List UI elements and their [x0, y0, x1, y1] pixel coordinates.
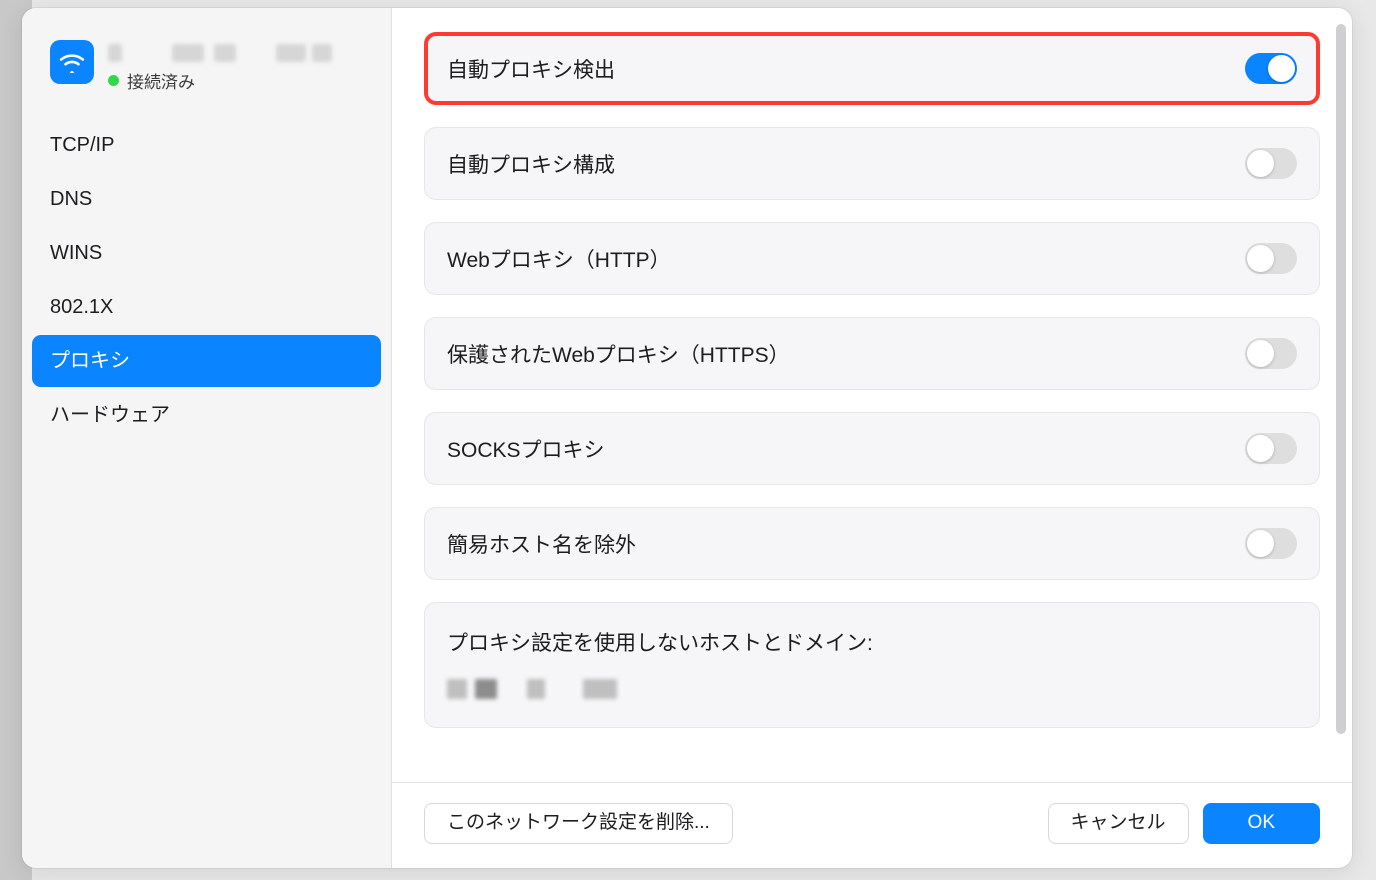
connection-info: 接続済み — [108, 40, 332, 93]
sidebar-item-wins[interactable]: WINS — [32, 227, 381, 279]
sidebar-item-proxy[interactable]: プロキシ — [32, 335, 381, 387]
network-settings-dialog: 接続済み TCP/IP DNS WINS 802.1X プロキシ ハードウェア … — [22, 8, 1352, 868]
proxy-scroll-area: 自動プロキシ検出 自動プロキシ構成 Webプロキシ（HTTP） 保護されたWeb… — [392, 8, 1352, 782]
bypass-label: プロキシ設定を使用しないホストとドメイン: — [447, 627, 1297, 657]
row-web-proxy-http[interactable]: Webプロキシ（HTTP） — [424, 222, 1320, 295]
bypass-section: プロキシ設定を使用しないホストとドメイン: — [424, 602, 1320, 728]
sidebar-item-tcpip[interactable]: TCP/IP — [32, 119, 381, 171]
row-auto-proxy-discovery[interactable]: 自動プロキシ検出 — [424, 32, 1320, 105]
connection-header: 接続済み — [22, 26, 391, 117]
sidebar-item-dns[interactable]: DNS — [32, 173, 381, 225]
row-label: 保護されたWebプロキシ（HTTPS） — [447, 339, 790, 369]
scrollbar[interactable] — [1336, 24, 1346, 734]
toggle-web-proxy-http[interactable] — [1245, 243, 1297, 274]
row-web-proxy-https[interactable]: 保護されたWebプロキシ（HTTPS） — [424, 317, 1320, 390]
row-auto-proxy-config[interactable]: 自動プロキシ構成 — [424, 127, 1320, 200]
wifi-icon — [50, 40, 94, 84]
row-socks-proxy[interactable]: SOCKSプロキシ — [424, 412, 1320, 485]
main-panel: 自動プロキシ検出 自動プロキシ構成 Webプロキシ（HTTP） 保護されたWeb… — [392, 8, 1352, 868]
toggle-web-proxy-https[interactable] — [1245, 338, 1297, 369]
toggle-exclude-simple-hostnames[interactable] — [1245, 528, 1297, 559]
toggle-auto-proxy-discovery[interactable] — [1245, 53, 1297, 84]
toggle-auto-proxy-config[interactable] — [1245, 148, 1297, 179]
status-label: 接続済み — [127, 68, 195, 93]
row-label: 自動プロキシ構成 — [447, 149, 615, 179]
status-dot-icon — [108, 75, 119, 86]
row-exclude-simple-hostnames[interactable]: 簡易ホスト名を除外 — [424, 507, 1320, 580]
sidebar: 接続済み TCP/IP DNS WINS 802.1X プロキシ ハードウェア — [22, 8, 392, 868]
cancel-button[interactable]: キャンセル — [1048, 803, 1189, 844]
row-label: 自動プロキシ検出 — [447, 54, 615, 84]
sidebar-item-8021x[interactable]: 802.1X — [32, 281, 381, 333]
connection-status: 接続済み — [108, 68, 332, 93]
sidebar-item-hardware[interactable]: ハードウェア — [32, 389, 381, 441]
toggle-socks-proxy[interactable] — [1245, 433, 1297, 464]
footer-button-group: キャンセル OK — [1048, 803, 1320, 844]
sidebar-nav: TCP/IP DNS WINS 802.1X プロキシ ハードウェア — [22, 117, 391, 445]
ssid-redacted — [108, 44, 332, 62]
row-label: 簡易ホスト名を除外 — [447, 529, 636, 559]
forget-network-button[interactable]: このネットワーク設定を削除... — [424, 803, 733, 844]
row-label: Webプロキシ（HTTP） — [447, 244, 671, 274]
bypass-values-redacted[interactable] — [447, 679, 1297, 699]
row-label: SOCKSプロキシ — [447, 434, 605, 464]
dialog-footer: このネットワーク設定を削除... キャンセル OK — [392, 782, 1352, 868]
ok-button[interactable]: OK — [1203, 803, 1320, 844]
